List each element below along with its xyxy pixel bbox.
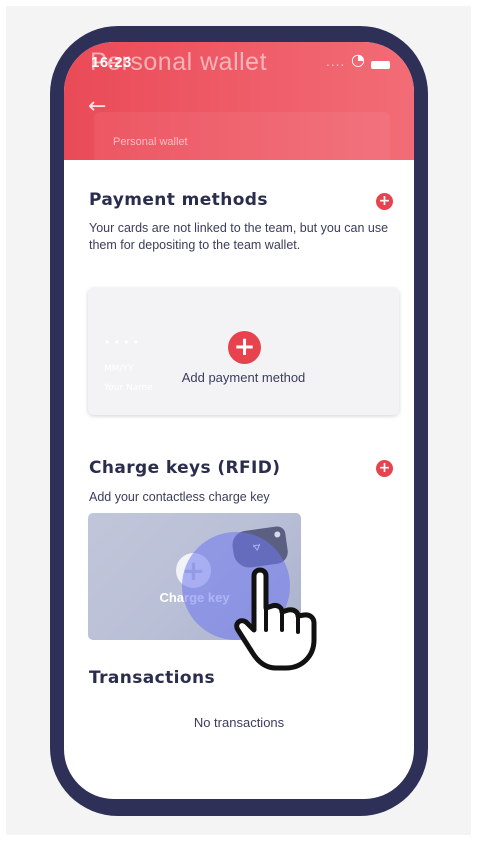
- add-payment-plus-icon[interactable]: +: [376, 193, 393, 210]
- charge-keys-description: Add your contactless charge key: [89, 490, 270, 504]
- add-charge-key-plus-icon[interactable]: +: [376, 460, 393, 477]
- signal-icon: ....: [326, 55, 346, 69]
- payment-methods-title: Payment methods: [89, 190, 268, 210]
- header-bar: Personal wallet 16:23 .... ◔ ← Personal …: [64, 42, 414, 160]
- add-payment-method-card[interactable]: •••• MM/YY Your Name + Add payment metho…: [88, 288, 399, 415]
- no-transactions-text: No transactions: [193, 715, 285, 730]
- plus-circle-icon[interactable]: +: [228, 331, 261, 364]
- phone-screen: Personal wallet 16:23 .... ◔ ← Personal …: [64, 42, 414, 799]
- charge-keys-title: Charge keys (RFID): [89, 458, 281, 478]
- card-number-placeholder: ••••: [104, 336, 142, 349]
- pointing-hand-icon: [234, 567, 317, 671]
- status-time: 16:23: [91, 54, 132, 71]
- add-payment-method-label: Add payment method: [181, 370, 306, 385]
- payment-methods-description: Your cards are not linked to the team, b…: [89, 221, 389, 252]
- header-sub-label: Personal wallet: [113, 136, 188, 148]
- key-fob-hole: [273, 531, 281, 538]
- transactions-title: Transactions: [89, 668, 216, 688]
- battery-icon: [371, 61, 390, 69]
- wifi-icon: ◔: [351, 50, 365, 69]
